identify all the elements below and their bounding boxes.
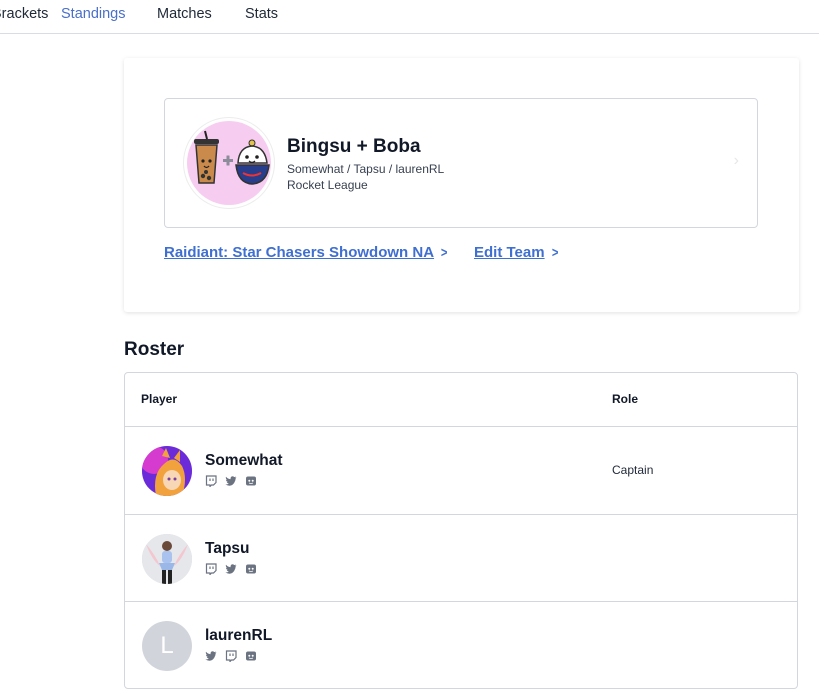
team-game: Rocket League	[287, 178, 368, 192]
avatar-image	[142, 446, 192, 496]
avatar-letter: L	[160, 632, 174, 659]
table-row: Somewhat Captain	[125, 426, 797, 514]
tournament-link[interactable]: Raidiant: Star Chasers Showdown NA >	[164, 244, 448, 261]
column-header-role: Role	[612, 392, 639, 406]
twitter-icon[interactable]	[225, 474, 237, 486]
table-row: Tapsu	[125, 514, 797, 601]
discord-icon[interactable]	[245, 562, 257, 574]
roster-table: Player Role Somewhat Captain Tapsu L lau…	[124, 372, 798, 689]
player-name[interactable]: Tapsu	[205, 540, 250, 558]
team-players: Somewhat / Tapsu / laurenRL	[287, 162, 445, 176]
player-name[interactable]: Somewhat	[205, 452, 283, 470]
avatar[interactable]	[142, 446, 192, 496]
player-name[interactable]: laurenRL	[205, 627, 272, 645]
tab-stats[interactable]: Stats	[245, 6, 278, 22]
team-panel: Bingsu + Boba Somewhat / Tapsu / laurenR…	[124, 58, 799, 312]
discord-icon[interactable]	[245, 474, 257, 486]
column-header-player: Player	[141, 392, 178, 406]
avatar[interactable]	[142, 534, 192, 584]
team-logo	[183, 117, 275, 209]
twitch-icon[interactable]	[205, 474, 217, 488]
tab-brackets[interactable]: Brackets	[0, 6, 48, 22]
avatar[interactable]: L	[142, 621, 192, 671]
social-links	[205, 649, 257, 663]
team-card[interactable]: Bingsu + Boba Somewhat / Tapsu / laurenR…	[164, 98, 758, 228]
team-name: Bingsu + Boba	[287, 136, 421, 157]
edit-team-link-label: Edit Team	[474, 244, 545, 261]
edit-team-link[interactable]: Edit Team >	[474, 244, 559, 261]
chevron-right-icon: >	[440, 244, 448, 260]
chevron-right-icon: ›	[733, 152, 739, 169]
twitch-icon[interactable]	[225, 649, 237, 663]
avatar-image	[142, 534, 192, 584]
player-role: Captain	[612, 463, 654, 477]
twitter-icon[interactable]	[205, 649, 217, 661]
twitch-icon[interactable]	[205, 562, 217, 576]
chevron-right-icon: >	[551, 244, 558, 260]
top-nav: Brackets Standings Matches Stats	[0, 0, 819, 34]
tournament-link-label: Raidiant: Star Chasers Showdown NA	[164, 244, 435, 261]
tab-matches[interactable]: Matches	[157, 6, 212, 22]
social-links	[205, 562, 257, 576]
tab-standings[interactable]: Standings	[61, 6, 126, 22]
roster-title: Roster	[124, 339, 185, 360]
bingsu-boba-logo-icon	[194, 130, 270, 185]
twitter-icon[interactable]	[225, 562, 237, 574]
social-links	[205, 474, 257, 488]
table-row: L laurenRL	[125, 601, 797, 689]
discord-icon[interactable]	[245, 649, 257, 661]
